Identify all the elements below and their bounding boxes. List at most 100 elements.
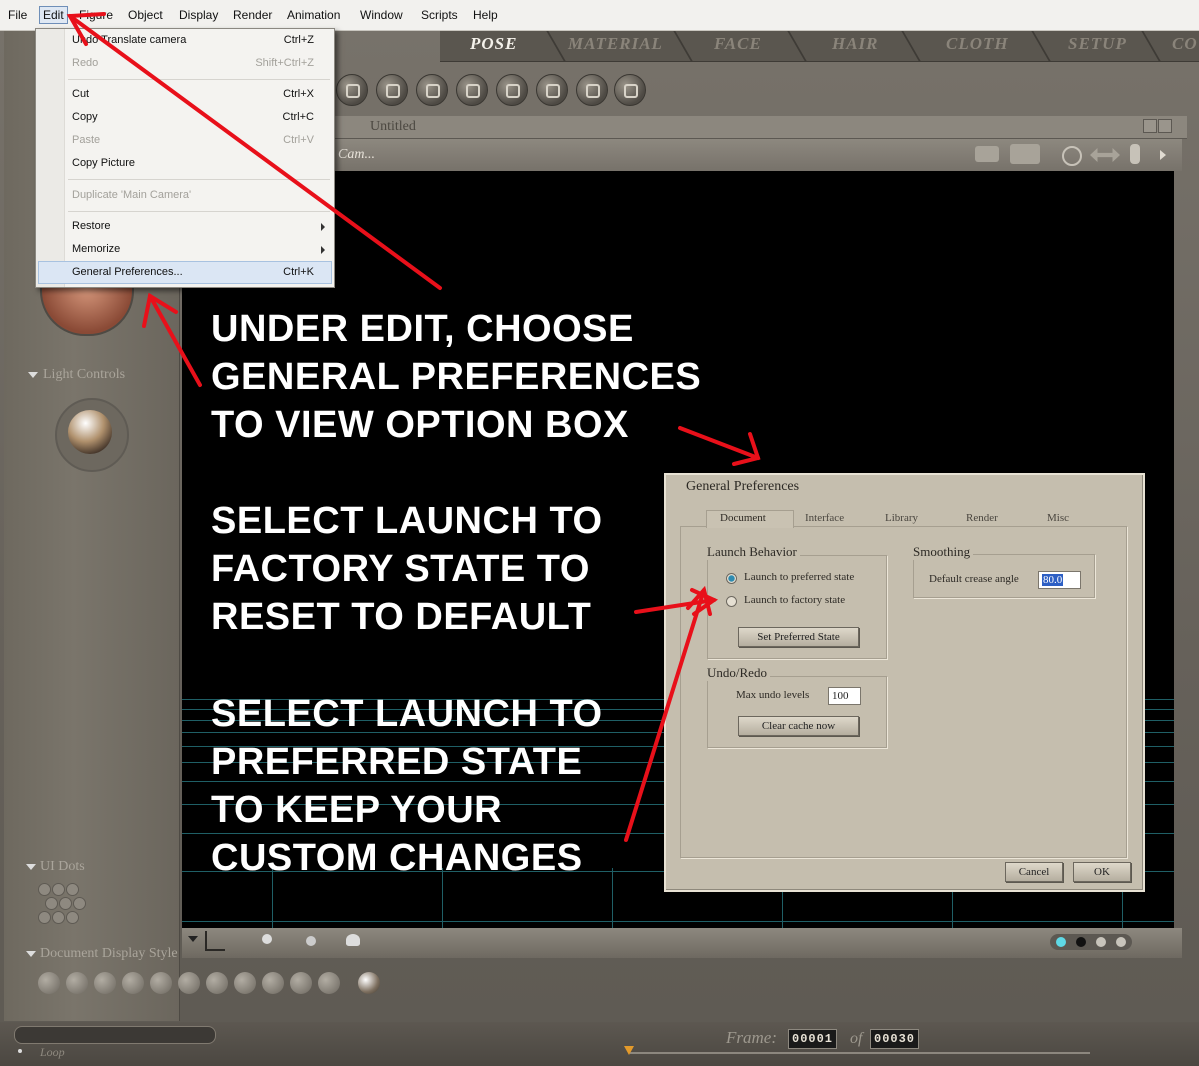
display-style-icon[interactable] bbox=[150, 972, 172, 994]
figure-icon[interactable] bbox=[346, 934, 360, 946]
display-style-icon[interactable] bbox=[290, 972, 312, 994]
tab-hair[interactable]: HAIR bbox=[832, 34, 879, 54]
cancel-button[interactable]: Cancel bbox=[1005, 862, 1063, 882]
tab-misc[interactable]: Misc bbox=[1047, 512, 1069, 524]
render-window-icon[interactable] bbox=[1010, 144, 1040, 164]
tab-cloth[interactable]: CLOTH bbox=[946, 34, 1009, 54]
tab-interface[interactable]: Interface bbox=[805, 512, 844, 524]
shortcut-paste: Ctrl+V bbox=[283, 134, 314, 146]
display-style-icon[interactable] bbox=[262, 972, 284, 994]
menu-item-general-preferences[interactable]: General Preferences... bbox=[72, 266, 183, 278]
chevron-down-icon[interactable] bbox=[188, 936, 198, 942]
display-style-icon[interactable] bbox=[234, 972, 256, 994]
timeline-scrubber[interactable] bbox=[624, 1046, 634, 1055]
camera-icon[interactable] bbox=[975, 146, 999, 162]
menu-render[interactable]: Render bbox=[233, 8, 272, 22]
ui-dot[interactable] bbox=[59, 897, 72, 910]
zoom-tool-icon[interactable] bbox=[536, 74, 568, 106]
floor-icon[interactable] bbox=[205, 931, 225, 951]
tab-content[interactable]: CO bbox=[1172, 34, 1198, 54]
menu-item-redo[interactable]: Redo bbox=[72, 57, 98, 69]
current-frame-field[interactable]: 00001 bbox=[788, 1029, 838, 1049]
menu-scripts[interactable]: Scripts bbox=[421, 8, 458, 22]
menu-figure[interactable]: Figure bbox=[79, 8, 113, 22]
menu-item-duplicate[interactable]: Duplicate 'Main Camera' bbox=[72, 189, 191, 201]
menu-file[interactable]: File bbox=[8, 8, 27, 22]
menu-edit[interactable]: Edit bbox=[39, 6, 68, 24]
timeline-track[interactable] bbox=[630, 1052, 1090, 1054]
tool-icon[interactable] bbox=[456, 74, 488, 106]
light-ball-icon[interactable] bbox=[262, 934, 272, 944]
menu-animation[interactable]: Animation bbox=[287, 8, 340, 22]
light-ball-icon[interactable] bbox=[68, 410, 112, 454]
tool-icon[interactable] bbox=[576, 74, 608, 106]
frame-label: Frame: bbox=[726, 1028, 777, 1047]
display-style-icon[interactable] bbox=[94, 972, 116, 994]
ui-dot[interactable] bbox=[38, 911, 51, 924]
total-frames-field[interactable]: 00030 bbox=[870, 1029, 920, 1049]
layout-dot-icon[interactable] bbox=[1116, 937, 1126, 947]
chevron-down-icon[interactable] bbox=[26, 951, 36, 957]
display-style-icon[interactable] bbox=[318, 972, 340, 994]
tab-setup[interactable]: SETUP bbox=[1068, 34, 1127, 54]
document-bottom-bar bbox=[182, 928, 1182, 958]
layout-dot-icon[interactable] bbox=[1096, 937, 1106, 947]
menu-item-memorize[interactable]: Memorize bbox=[72, 243, 120, 255]
ui-dot[interactable] bbox=[45, 897, 58, 910]
display-style-icon[interactable] bbox=[122, 972, 144, 994]
menu-window[interactable]: Window bbox=[360, 8, 403, 22]
max-undo-input[interactable]: 100 bbox=[828, 687, 861, 705]
window-expand-icon[interactable] bbox=[1143, 119, 1157, 133]
rotate-icon[interactable] bbox=[1062, 146, 1082, 166]
display-style-icon[interactable] bbox=[358, 972, 380, 994]
set-preferred-state-button[interactable]: Set Preferred State bbox=[738, 627, 859, 647]
menu-item-restore[interactable]: Restore bbox=[72, 220, 111, 232]
light-bulb-icon[interactable] bbox=[1130, 144, 1140, 164]
playback-buttons[interactable] bbox=[14, 1026, 216, 1044]
tool-icon[interactable] bbox=[336, 74, 368, 106]
ui-dot[interactable] bbox=[66, 883, 79, 896]
camera-selector[interactable]: Cam... bbox=[338, 147, 375, 163]
ui-dot[interactable] bbox=[73, 897, 86, 910]
menu-display[interactable]: Display bbox=[179, 8, 218, 22]
window-expand-icon[interactable] bbox=[1158, 119, 1172, 133]
chevron-down-icon[interactable] bbox=[28, 372, 38, 378]
ui-dot[interactable] bbox=[66, 911, 79, 924]
menu-arrow-icon[interactable] bbox=[1160, 150, 1166, 160]
display-style-icon[interactable] bbox=[38, 972, 60, 994]
chevron-down-icon[interactable] bbox=[26, 864, 36, 870]
loop-toggle-icon[interactable] bbox=[18, 1049, 22, 1053]
tab-document[interactable]: Document bbox=[720, 512, 766, 524]
menu-object[interactable]: Object bbox=[128, 8, 163, 22]
ui-dot[interactable] bbox=[38, 883, 51, 896]
tool-icon[interactable] bbox=[496, 74, 528, 106]
menu-help[interactable]: Help bbox=[473, 8, 498, 22]
ui-dot[interactable] bbox=[52, 883, 65, 896]
tool-icon[interactable] bbox=[376, 74, 408, 106]
layout-dot-icon[interactable] bbox=[1056, 937, 1066, 947]
tool-icon[interactable] bbox=[614, 74, 646, 106]
display-style-icon[interactable] bbox=[178, 972, 200, 994]
radio-launch-preferred[interactable] bbox=[726, 573, 737, 584]
ui-dot[interactable] bbox=[52, 911, 65, 924]
tab-material[interactable]: MATERIAL bbox=[568, 34, 663, 54]
tab-face[interactable]: FACE bbox=[714, 34, 762, 54]
tab-pose[interactable]: POSE bbox=[470, 34, 517, 54]
menu-item-cut[interactable]: Cut bbox=[72, 88, 89, 100]
clear-cache-button[interactable]: Clear cache now bbox=[738, 716, 859, 736]
display-style-icon[interactable] bbox=[66, 972, 88, 994]
crease-angle-input[interactable]: 80.0 bbox=[1038, 571, 1081, 589]
radio-launch-factory[interactable] bbox=[726, 596, 737, 607]
tab-render[interactable]: Render bbox=[966, 512, 998, 524]
shadow-icon[interactable] bbox=[306, 936, 316, 946]
menu-item-copy[interactable]: Copy bbox=[72, 111, 98, 123]
menu-item-undo[interactable]: Undo Translate camera bbox=[72, 34, 186, 46]
menu-item-paste[interactable]: Paste bbox=[72, 134, 100, 146]
layout-dot-icon[interactable] bbox=[1076, 937, 1086, 947]
tab-library[interactable]: Library bbox=[885, 512, 918, 524]
ok-button[interactable]: OK bbox=[1073, 862, 1131, 882]
menu-item-copy-picture[interactable]: Copy Picture bbox=[72, 157, 135, 169]
tool-icon[interactable] bbox=[416, 74, 448, 106]
submenu-arrow-icon bbox=[321, 246, 325, 254]
display-style-icon[interactable] bbox=[206, 972, 228, 994]
